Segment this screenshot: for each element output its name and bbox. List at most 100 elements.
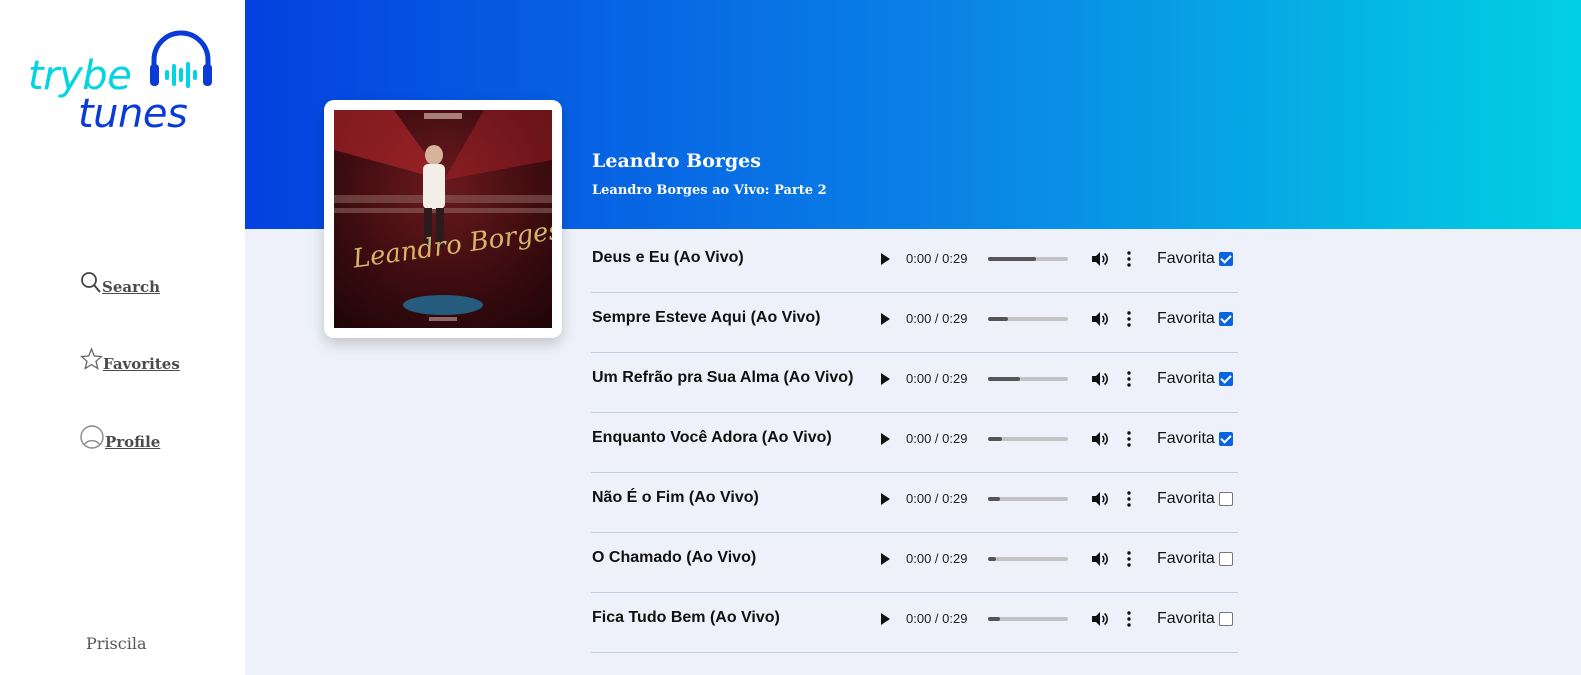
play-icon[interactable]	[881, 313, 890, 325]
audio-player[interactable]: 0:00 / 0:29	[867, 300, 1147, 338]
more-options-icon[interactable]	[1127, 550, 1131, 572]
track-list: Deus e Eu (Ao Vivo) 0:00 / 0:29 Favorita…	[591, 234, 1238, 654]
favorite-label: Favorita	[1157, 610, 1215, 627]
album-cover-image: Leandro Borges	[334, 110, 552, 328]
user-icon	[80, 425, 105, 451]
nav-favorites-link[interactable]: Favorites	[79, 347, 180, 373]
username: Priscila	[86, 634, 147, 653]
favorite-label: Favorita	[1157, 490, 1215, 507]
audio-player[interactable]: 0:00 / 0:29	[867, 540, 1147, 578]
artist-name: Leandro Borges	[592, 150, 761, 172]
favorite-toggle[interactable]: Favorita	[1157, 490, 1233, 508]
play-icon[interactable]	[881, 433, 890, 445]
volume-icon[interactable]	[1090, 430, 1108, 452]
more-options-icon[interactable]	[1127, 310, 1131, 332]
nav-search-link[interactable]: Search	[80, 270, 160, 296]
track-row: Um Refrão pra Sua Alma (Ao Vivo) 0:00 / …	[591, 354, 1238, 413]
favorite-checkbox[interactable]	[1218, 552, 1233, 566]
audio-player[interactable]: 0:00 / 0:29	[867, 360, 1147, 398]
favorite-toggle[interactable]: Favorita	[1157, 430, 1233, 448]
album-title: Leandro Borges ao Vivo: Parte 2	[592, 183, 827, 198]
more-options-icon[interactable]	[1127, 430, 1131, 452]
track-row: Deus e Eu (Ao Vivo) 0:00 / 0:29 Favorita	[591, 234, 1238, 293]
track-time: 0:00 / 0:29	[906, 611, 968, 626]
track-time: 0:00 / 0:29	[906, 251, 968, 266]
app-logo[interactable]: trybe tunes	[26, 26, 216, 136]
audio-player[interactable]: 0:00 / 0:29	[867, 480, 1147, 518]
track-row: Fica Tudo Bem (Ao Vivo) 0:00 / 0:29 Favo…	[591, 594, 1238, 653]
track-name: Um Refrão pra Sua Alma (Ao Vivo)	[592, 369, 854, 386]
progress-fill	[988, 257, 1036, 261]
album-cover-card: Leandro Borges	[324, 100, 562, 338]
progress-slider[interactable]	[988, 437, 1068, 441]
more-options-icon[interactable]	[1127, 610, 1131, 632]
search-icon	[80, 270, 102, 296]
favorite-toggle[interactable]: Favorita	[1157, 310, 1233, 328]
track-row: Enquanto Você Adora (Ao Vivo) 0:00 / 0:2…	[591, 414, 1238, 473]
progress-fill	[988, 437, 1003, 441]
favorite-label: Favorita	[1157, 430, 1215, 447]
track-name: O Chamado (Ao Vivo)	[592, 549, 757, 566]
volume-icon[interactable]	[1090, 550, 1108, 572]
play-icon[interactable]	[881, 373, 890, 385]
favorite-toggle[interactable]: Favorita	[1157, 610, 1233, 628]
logo-word-tunes: tunes	[78, 91, 188, 137]
favorite-toggle[interactable]: Favorita	[1157, 550, 1233, 568]
nav-profile-link[interactable]: Profile	[80, 425, 160, 451]
track-name: Enquanto Você Adora (Ao Vivo)	[592, 429, 832, 446]
play-icon[interactable]	[881, 553, 890, 565]
track-name: Deus e Eu (Ao Vivo)	[592, 249, 744, 266]
favorite-checkbox[interactable]	[1218, 432, 1233, 446]
favorite-checkbox[interactable]	[1218, 312, 1233, 326]
volume-icon[interactable]	[1090, 310, 1108, 332]
progress-slider[interactable]	[988, 317, 1068, 321]
play-icon[interactable]	[881, 613, 890, 625]
track-time: 0:00 / 0:29	[906, 551, 968, 566]
nav-search-label: Search	[102, 278, 161, 296]
volume-icon[interactable]	[1090, 490, 1108, 512]
track-name: Fica Tudo Bem (Ao Vivo)	[592, 609, 780, 626]
track-time: 0:00 / 0:29	[906, 431, 968, 446]
track-time: 0:00 / 0:29	[906, 371, 968, 386]
progress-slider[interactable]	[988, 257, 1068, 261]
favorite-toggle[interactable]: Favorita	[1157, 250, 1233, 268]
star-icon	[79, 347, 104, 373]
track-name: Sempre Esteve Aqui (Ao Vivo)	[592, 309, 821, 326]
more-options-icon[interactable]	[1127, 490, 1131, 512]
progress-slider[interactable]	[988, 377, 1068, 381]
favorite-label: Favorita	[1157, 550, 1215, 567]
more-options-icon[interactable]	[1127, 250, 1131, 272]
volume-icon[interactable]	[1090, 250, 1108, 272]
logo-word-trybe: trybe	[28, 53, 132, 99]
favorite-label: Favorita	[1157, 310, 1215, 327]
nav-profile-label: Profile	[105, 433, 161, 451]
track-time: 0:00 / 0:29	[906, 491, 968, 506]
progress-fill	[988, 377, 1020, 381]
progress-fill	[988, 617, 1000, 621]
audio-player[interactable]: 0:00 / 0:29	[867, 420, 1147, 458]
volume-icon[interactable]	[1090, 370, 1108, 392]
progress-fill	[988, 557, 996, 561]
sidebar: trybe tunes Search Favorites Profile Pri	[0, 0, 245, 675]
favorite-checkbox[interactable]	[1218, 252, 1233, 266]
favorite-checkbox[interactable]	[1218, 372, 1233, 386]
track-row: Não É o Fim (Ao Vivo) 0:00 / 0:29 Favori…	[591, 474, 1238, 533]
favorite-label: Favorita	[1157, 250, 1215, 267]
play-icon[interactable]	[881, 493, 890, 505]
track-row: Sempre Esteve Aqui (Ao Vivo) 0:00 / 0:29…	[591, 294, 1238, 353]
audio-player[interactable]: 0:00 / 0:29	[867, 240, 1147, 278]
progress-slider[interactable]	[988, 497, 1068, 501]
progress-fill	[988, 317, 1008, 321]
audio-player[interactable]: 0:00 / 0:29	[867, 600, 1147, 638]
favorite-label: Favorita	[1157, 370, 1215, 387]
progress-slider[interactable]	[988, 617, 1068, 621]
play-icon[interactable]	[881, 253, 890, 265]
favorite-checkbox[interactable]	[1218, 612, 1233, 626]
track-row: O Chamado (Ao Vivo) 0:00 / 0:29 Favorita	[591, 534, 1238, 593]
favorite-toggle[interactable]: Favorita	[1157, 370, 1233, 388]
progress-slider[interactable]	[988, 557, 1068, 561]
more-options-icon[interactable]	[1127, 370, 1131, 392]
volume-icon[interactable]	[1090, 610, 1108, 632]
nav-favorites-label: Favorites	[103, 355, 180, 373]
favorite-checkbox[interactable]	[1218, 492, 1233, 506]
